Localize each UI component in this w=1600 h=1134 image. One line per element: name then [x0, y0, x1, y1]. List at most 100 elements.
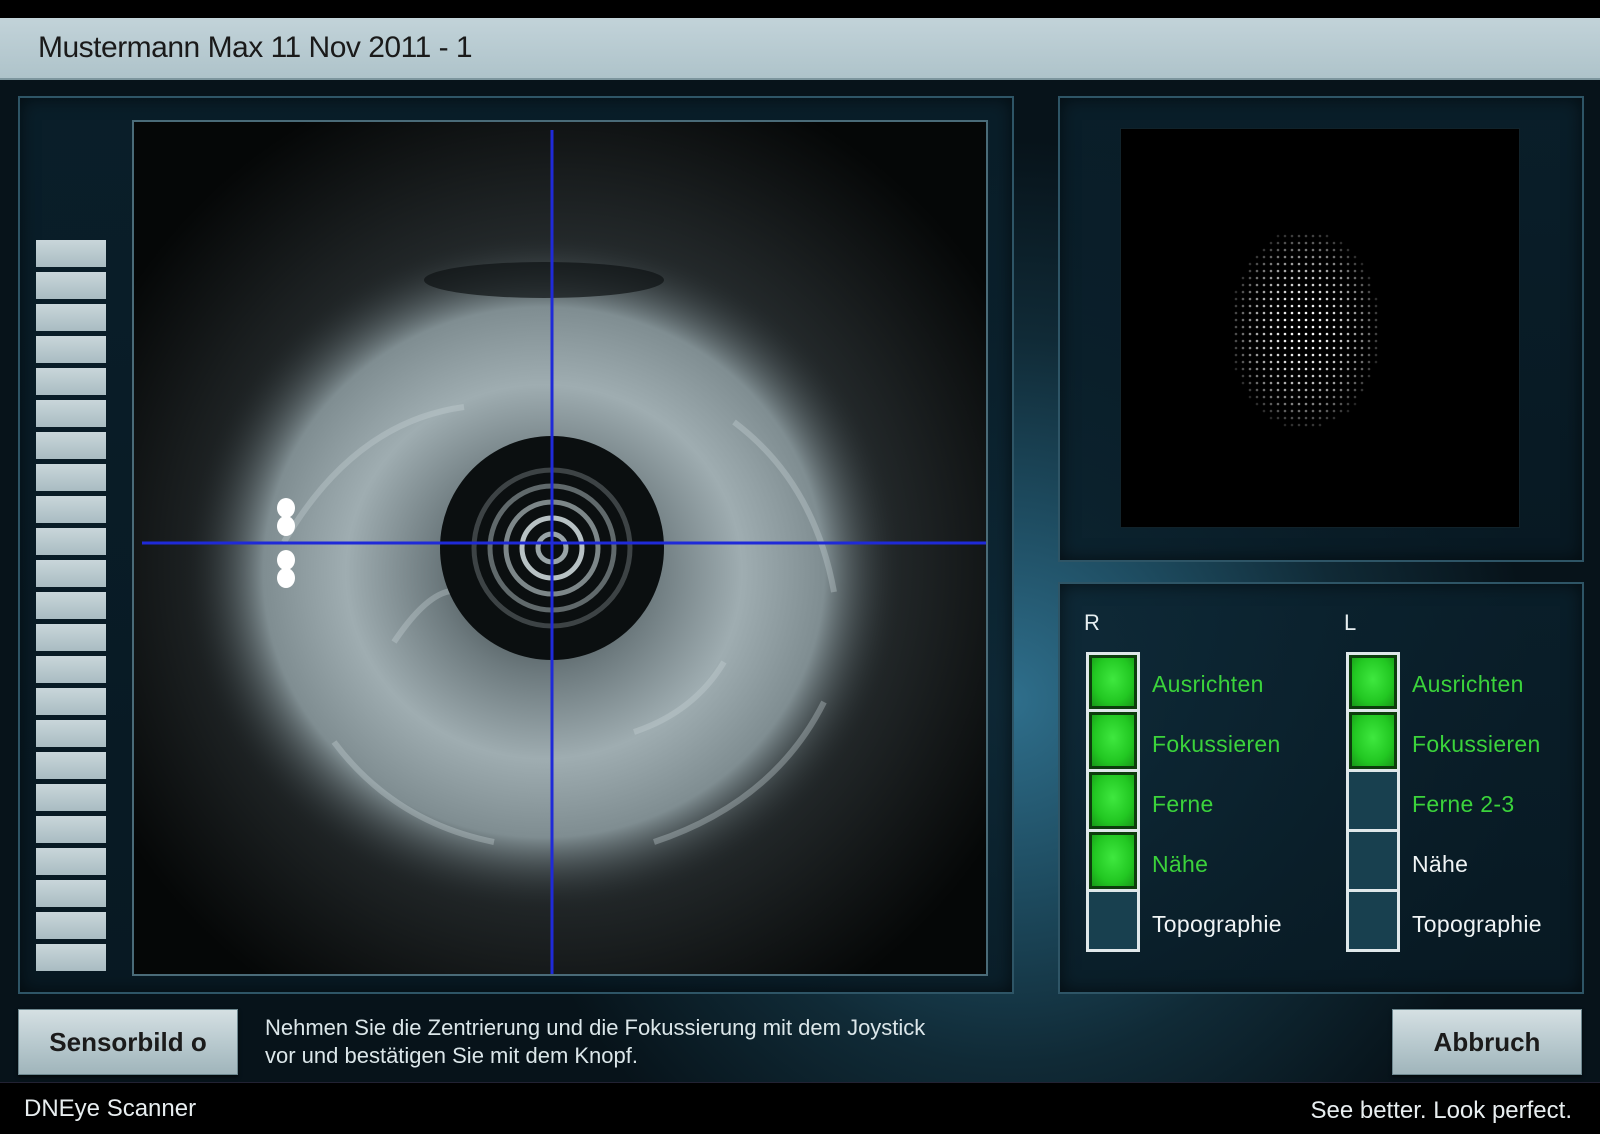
title-bar: Mustermann Max 11 Nov 2011 - 1 — [0, 18, 1600, 80]
spot-dot — [1304, 262, 1308, 266]
level-segment — [36, 624, 106, 651]
spot-dot — [1332, 297, 1336, 301]
instruction-text: Nehmen Sie die Zentrierung und die Fokus… — [265, 1014, 1025, 1070]
spot-dot — [1297, 269, 1301, 273]
spot-dot — [1318, 346, 1322, 350]
spot-dot — [1346, 269, 1350, 273]
spot-dot — [1269, 269, 1273, 273]
spot-dot — [1262, 297, 1266, 301]
spot-dot — [1248, 269, 1252, 273]
spot-dot — [1332, 409, 1336, 413]
spot-dot — [1353, 311, 1357, 315]
spot-dot — [1311, 374, 1315, 378]
spot-dot — [1290, 346, 1294, 350]
spot-dot — [1262, 395, 1266, 399]
eye-image — [134, 122, 986, 974]
spot-dot — [1248, 283, 1252, 287]
spot-dot — [1262, 332, 1266, 336]
top-strip — [0, 0, 1600, 18]
spot-dot — [1283, 325, 1287, 329]
spot-dot — [1360, 283, 1364, 287]
spot-dot — [1325, 353, 1329, 357]
step-indicator — [1086, 892, 1140, 952]
spot-dot — [1311, 318, 1315, 322]
spot-dot — [1269, 416, 1273, 420]
spot-dot — [1318, 276, 1322, 280]
spot-dot — [1346, 297, 1350, 301]
spot-dot — [1325, 346, 1329, 350]
spot-dot — [1353, 332, 1357, 336]
spot-dot — [1297, 395, 1301, 399]
spot-dot — [1276, 304, 1280, 308]
spot-dot — [1332, 290, 1336, 294]
spot-dot — [1304, 423, 1308, 427]
spot-dot — [1346, 325, 1350, 329]
step-ferne-l: Ferne 2-3 — [1342, 772, 1514, 832]
spot-dot — [1269, 304, 1273, 308]
spot-dot — [1269, 409, 1273, 413]
spot-dot — [1311, 409, 1315, 413]
spot-dot — [1353, 374, 1357, 378]
spot-dot — [1241, 276, 1245, 280]
spot-dot — [1311, 416, 1315, 420]
spot-dot — [1311, 423, 1315, 427]
spot-dot — [1241, 374, 1245, 378]
spot-dot — [1248, 304, 1252, 308]
spot-dot — [1304, 276, 1308, 280]
spot-dot — [1255, 346, 1259, 350]
spot-dot — [1290, 388, 1294, 392]
spot-dot — [1297, 248, 1301, 252]
spot-dot — [1346, 353, 1350, 357]
spot-dot — [1290, 367, 1294, 371]
spot-dot — [1290, 276, 1294, 280]
spot-dot — [1332, 248, 1336, 252]
spot-dot — [1374, 325, 1378, 329]
spot-dot — [1248, 395, 1252, 399]
spot-dot — [1255, 255, 1259, 259]
spot-dot — [1262, 346, 1266, 350]
spot-dot — [1339, 290, 1343, 294]
spot-dot — [1332, 339, 1336, 343]
spot-dot — [1304, 325, 1308, 329]
spot-dot — [1297, 283, 1301, 287]
spot-dot — [1318, 269, 1322, 273]
spot-dot — [1276, 241, 1280, 245]
spot-dot — [1318, 402, 1322, 406]
spot-dot — [1346, 290, 1350, 294]
level-segment — [36, 272, 106, 299]
level-segment — [36, 752, 106, 779]
spot-dot — [1332, 388, 1336, 392]
spot-dot — [1367, 283, 1371, 287]
spot-dot — [1241, 318, 1245, 322]
spot-dot — [1360, 374, 1364, 378]
spot-dot — [1318, 381, 1322, 385]
spot-dot — [1318, 367, 1322, 371]
spot-dot — [1297, 332, 1301, 336]
step-indicator — [1086, 832, 1140, 892]
spot-dot — [1311, 395, 1315, 399]
spot-dot — [1311, 234, 1315, 238]
step-ausrichten-r: Ausrichten — [1082, 652, 1263, 712]
spot-dot — [1332, 381, 1336, 385]
abort-button[interactable]: Abbruch — [1392, 1009, 1582, 1075]
step-fokussieren-r: Fokussieren — [1082, 712, 1280, 772]
spot-dot — [1304, 409, 1308, 413]
spot-dot — [1353, 297, 1357, 301]
spot-dot — [1311, 325, 1315, 329]
spot-dot — [1339, 304, 1343, 308]
spot-dot — [1269, 325, 1273, 329]
spot-dot — [1283, 234, 1287, 238]
level-segment — [36, 528, 106, 555]
spot-dot — [1367, 311, 1371, 315]
wavefront-spot-map — [1120, 128, 1520, 528]
step-ausrichten-l: Ausrichten — [1342, 652, 1523, 712]
spot-dot — [1332, 283, 1336, 287]
spot-dot — [1241, 283, 1245, 287]
spot-dot — [1276, 318, 1280, 322]
sensor-image-button[interactable]: Sensorbild o — [18, 1009, 238, 1075]
spot-dot — [1276, 416, 1280, 420]
spot-dot — [1318, 325, 1322, 329]
step-topographie-r: Topographie — [1082, 892, 1282, 952]
spot-dot — [1339, 297, 1343, 301]
spot-dot — [1297, 262, 1301, 266]
